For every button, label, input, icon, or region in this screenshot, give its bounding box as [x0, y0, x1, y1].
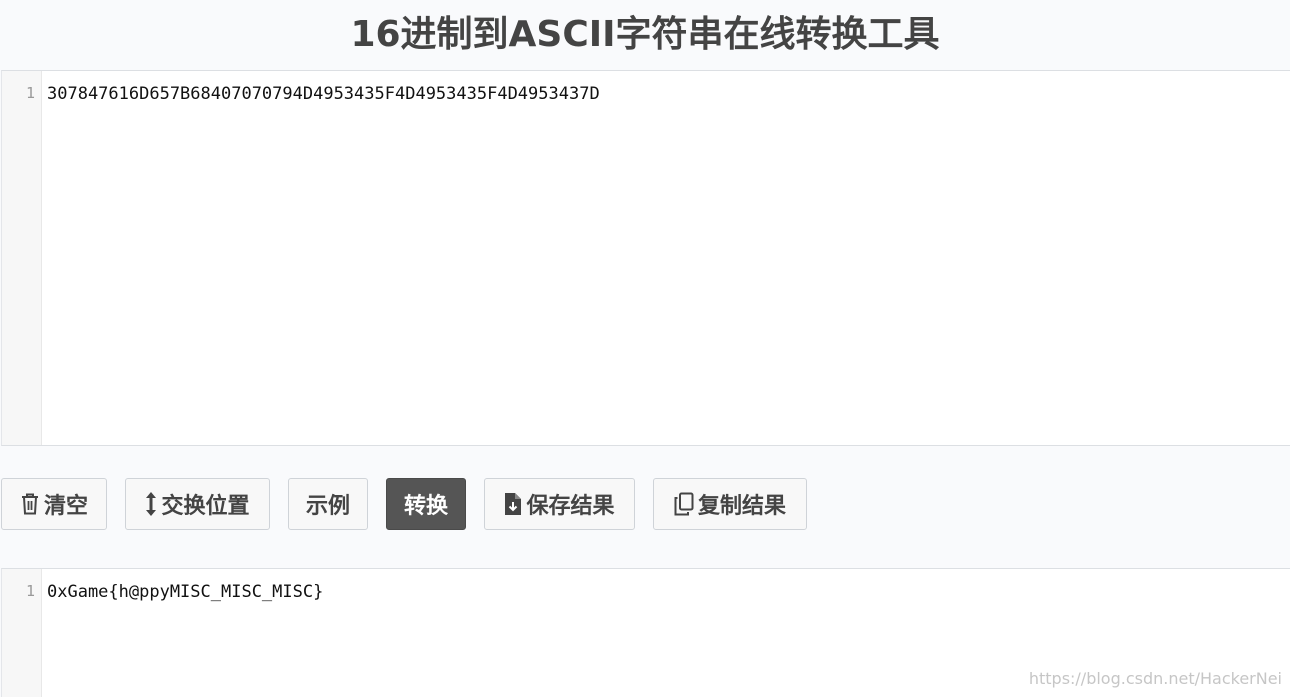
output-editor[interactable]: 1 0xGame{h@ppyMISC_MISC_MISC} https://bl… — [1, 568, 1290, 697]
save-button-label: 保存结果 — [526, 494, 615, 519]
save-result-button[interactable]: 保存结果 — [484, 478, 635, 530]
copy-result-button[interactable]: 复制结果 — [653, 478, 807, 530]
swap-vertical-icon — [145, 491, 157, 517]
swap-position-button[interactable]: 交换位置 — [125, 478, 270, 530]
copy-button-label: 复制结果 — [697, 494, 786, 519]
page-title: 16进制到ASCII字符串在线转换工具 — [350, 14, 940, 55]
copy-icon — [674, 492, 694, 516]
output-code-line[interactable]: 0xGame{h@ppyMISC_MISC_MISC} — [47, 582, 323, 602]
clear-button[interactable]: 清空 — [1, 478, 107, 530]
convert-button[interactable]: 转换 — [386, 478, 466, 530]
file-download-icon — [504, 492, 522, 516]
input-code-line[interactable]: 307847616D657B68407070794D4953435F4D4953… — [47, 84, 600, 104]
title-bar: 16进制到ASCII字符串在线转换工具 — [0, 0, 1290, 70]
watermark: https://blog.csdn.net/HackerNei — [1028, 669, 1282, 688]
trash-icon — [20, 492, 40, 516]
clear-button-label: 清空 — [43, 494, 88, 519]
example-button[interactable]: 示例 — [288, 478, 368, 530]
swap-button-label: 交换位置 — [161, 494, 250, 519]
output-line-number: 1 — [25, 582, 35, 600]
input-line-number: 1 — [25, 84, 35, 102]
input-editor[interactable]: 1 307847616D657B68407070794D4953435F4D49… — [1, 70, 1290, 446]
input-line-gutter: 1 — [2, 71, 42, 445]
output-line-gutter: 1 — [2, 569, 42, 697]
convert-button-label: 转换 — [403, 494, 448, 519]
example-button-label: 示例 — [305, 494, 350, 519]
button-toolbar: 清空 交换位置 示例 转换 保存结果 复制结果 — [0, 446, 1290, 568]
